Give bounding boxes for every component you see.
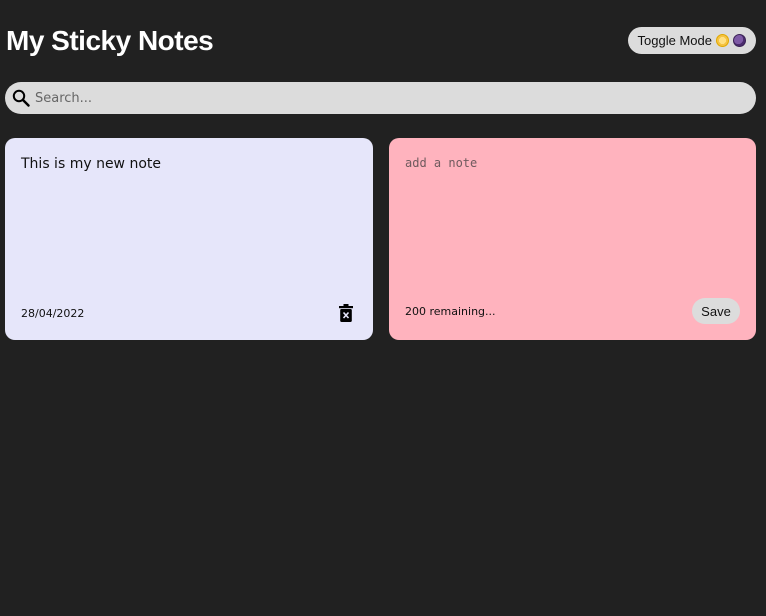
page-title: My Sticky Notes <box>6 25 214 56</box>
new-note-textarea[interactable] <box>405 156 735 276</box>
search-input[interactable] <box>33 89 717 107</box>
toggle-mode-label: Toggle Mode <box>637 33 712 48</box>
toggle-mode-button[interactable]: Toggle Mode <box>627 27 756 54</box>
search-icon <box>12 89 30 107</box>
note-date: 28/04/2022 <box>21 307 85 320</box>
note-card: This is my new note 28/04/2022 <box>5 138 373 340</box>
notes-list: This is my new note 28/04/2022 200 remai… <box>5 138 756 340</box>
trash-icon[interactable] <box>339 304 353 322</box>
search-bar <box>5 82 756 114</box>
save-button[interactable]: Save <box>692 298 740 324</box>
header: My Sticky Notes Toggle Mode <box>6 22 756 62</box>
sticky-notes-app: My Sticky Notes Toggle Mode This is my n… <box>0 0 766 616</box>
new-note-card: 200 remaining... Save <box>389 138 756 340</box>
remaining-count: 200 remaining... <box>405 305 496 318</box>
note-text: This is my new note <box>21 156 161 172</box>
sun-icon <box>716 34 729 47</box>
moon-icon <box>733 34 746 47</box>
